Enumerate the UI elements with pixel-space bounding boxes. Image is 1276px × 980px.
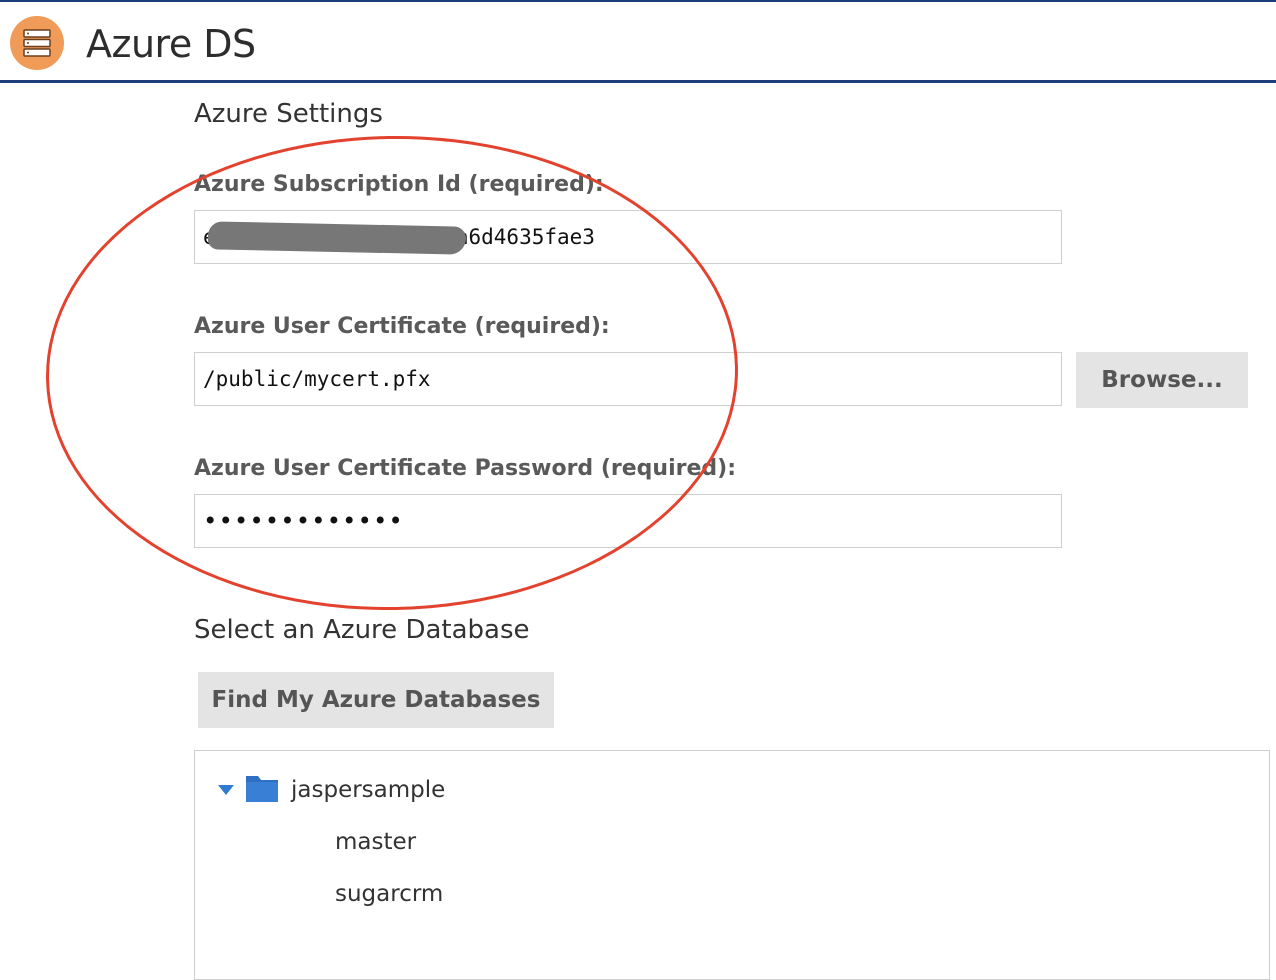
tree-node-server[interactable]: jaspersample [291, 775, 445, 805]
browse-button[interactable]: Browse... [1076, 352, 1248, 408]
select-database-heading: Select an Azure Database [194, 615, 530, 645]
tree-node-database[interactable]: master [335, 827, 416, 857]
database-tree: jaspersample master sugarcrm [194, 750, 1270, 980]
azure-settings-heading: Azure Settings [194, 99, 383, 129]
app-header: Azure DS [0, 2, 1276, 83]
subscription-id-label: Azure Subscription Id (required): [194, 172, 604, 197]
certificate-password-input[interactable]: ••••••••••••• [194, 494, 1062, 548]
certificate-password-label: Azure User Certificate Password (require… [194, 456, 736, 481]
user-certificate-label: Azure User Certificate (required): [194, 314, 610, 339]
database-server-icon [10, 16, 64, 70]
chevron-down-icon[interactable] [217, 784, 235, 796]
redaction-mark [207, 221, 467, 255]
find-databases-button[interactable]: Find My Azure Databases [198, 672, 554, 728]
app-title: Azure DS [86, 22, 256, 66]
tree-node-database[interactable]: sugarcrm [335, 879, 443, 909]
folder-icon [246, 776, 278, 802]
user-certificate-input[interactable]: /public/mycert.pfx [194, 352, 1062, 406]
